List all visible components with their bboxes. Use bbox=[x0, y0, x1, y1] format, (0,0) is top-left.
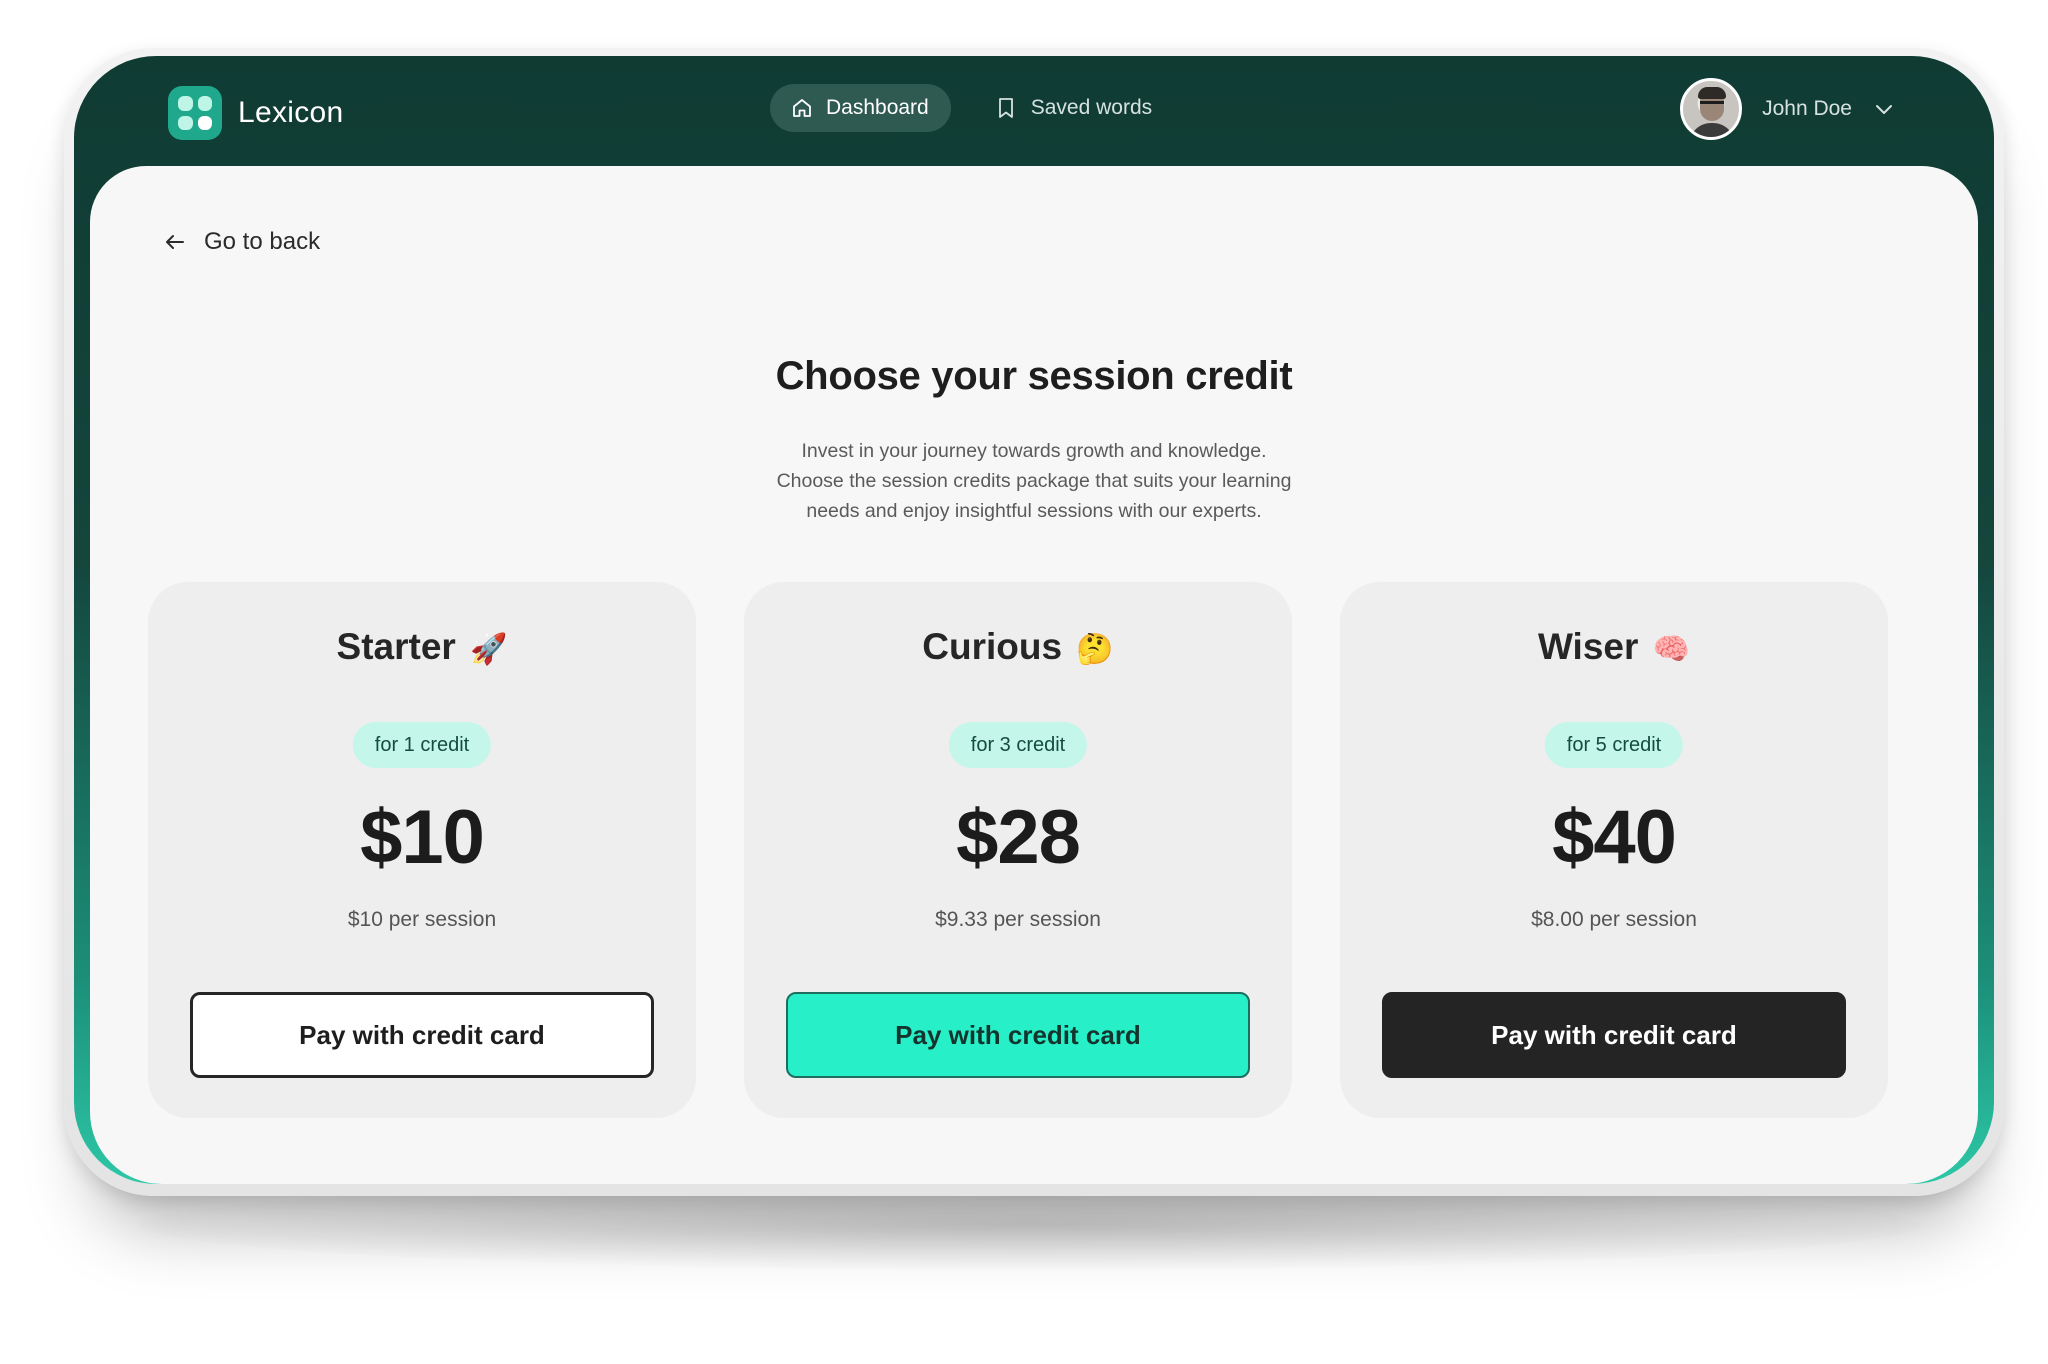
per-session-price: $8.00 per session bbox=[1531, 908, 1697, 931]
credit-badge: for 5 credit bbox=[1544, 722, 1684, 768]
plan-card-wiser: Wiser 🧠 for 5 credit $40 $8.00 per sessi… bbox=[1340, 582, 1888, 1118]
nav-saved-words[interactable]: Saved words bbox=[985, 84, 1162, 132]
thinking-face-icon: 🤔 bbox=[1076, 633, 1114, 666]
user-name: John Doe bbox=[1762, 97, 1852, 120]
nav-saved-words-label: Saved words bbox=[1030, 96, 1153, 119]
plan-price: $28 bbox=[956, 795, 1081, 880]
plan-price: $10 bbox=[360, 795, 485, 880]
plan-name: Wiser bbox=[1537, 626, 1639, 667]
per-session-price: $10 per session bbox=[347, 908, 497, 931]
plan-title: Curious 🤔 bbox=[744, 626, 1292, 668]
arrow-left-icon bbox=[166, 235, 184, 249]
credit-badge: for 1 credit bbox=[352, 722, 492, 768]
per-session-price: $9.33 per session bbox=[935, 908, 1101, 931]
pay-starter-button[interactable]: Pay with credit card bbox=[190, 992, 654, 1078]
home-icon bbox=[793, 99, 811, 117]
main-content: Go to back Choose your session credit In… bbox=[90, 166, 1978, 1184]
go-back-link[interactable]: Go to back bbox=[162, 228, 320, 256]
avatar[interactable] bbox=[1680, 78, 1743, 140]
subtitle-line: Choose the session credits package that … bbox=[776, 470, 1292, 492]
app-name: Lexicon bbox=[238, 96, 344, 129]
nav-dashboard-label: Dashboard bbox=[826, 96, 929, 119]
pay-wiser-button[interactable]: Pay with credit card bbox=[1382, 992, 1846, 1078]
brain-icon: 🧠 bbox=[1652, 633, 1691, 666]
page-subtitle: Invest in your journey towards growth an… bbox=[90, 436, 1978, 526]
pay-curious-button[interactable]: Pay with credit card bbox=[786, 992, 1250, 1078]
chevron-down-icon[interactable] bbox=[1872, 97, 1896, 121]
plan-card-starter: Starter 🚀 for 1 credit $10 $10 per sessi… bbox=[148, 582, 696, 1118]
plan-title: Starter 🚀 bbox=[148, 626, 696, 668]
subtitle-line: needs and enjoy insightful sessions with… bbox=[806, 500, 1262, 522]
rocket-icon: 🚀 bbox=[470, 633, 508, 666]
pricing-cards: Starter 🚀 for 1 credit $10 $10 per sessi… bbox=[148, 582, 1920, 1118]
plan-name: Starter bbox=[336, 626, 456, 667]
plan-title: Wiser 🧠 bbox=[1340, 626, 1888, 668]
plan-price: $40 bbox=[1552, 795, 1677, 880]
nav-links: Dashboard Saved words bbox=[770, 84, 1162, 132]
device-frame: Lexicon Dashboard Saved words John Doe G… bbox=[64, 48, 2004, 1196]
page-title: Choose your session credit bbox=[775, 354, 1293, 398]
plan-card-curious: Curious 🤔 for 3 credit $28 $9.33 per ses… bbox=[744, 582, 1292, 1118]
app-screen: Lexicon Dashboard Saved words John Doe G… bbox=[74, 56, 1994, 1184]
bookmark-icon bbox=[998, 98, 1013, 118]
credit-badge: for 3 credit bbox=[948, 722, 1088, 768]
user-menu[interactable]: John Doe bbox=[1680, 78, 1896, 140]
logo-icon bbox=[168, 86, 222, 140]
app-logo[interactable]: Lexicon bbox=[168, 86, 344, 140]
plan-name: Curious bbox=[922, 626, 1063, 667]
nav-dashboard[interactable]: Dashboard bbox=[770, 84, 951, 132]
top-navigation: Lexicon Dashboard Saved words John Doe bbox=[74, 56, 1994, 166]
go-back-label: Go to back bbox=[204, 228, 321, 255]
subtitle-line: Invest in your journey towards growth an… bbox=[801, 440, 1267, 462]
